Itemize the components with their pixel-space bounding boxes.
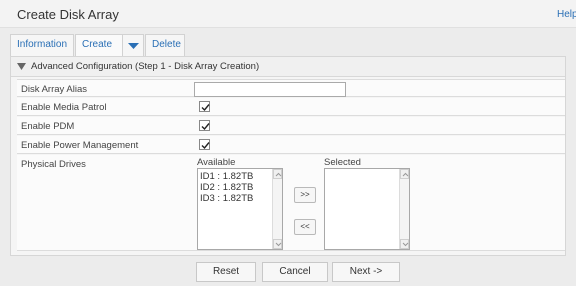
drive-item[interactable]: ID3 : 1.82TB: [200, 193, 253, 204]
physical-drives-label: Physical Drives: [21, 159, 86, 170]
power-management-checkbox[interactable]: [199, 139, 210, 150]
tab-create[interactable]: Create: [75, 34, 123, 56]
form-row-power-management: Enable Power Management: [17, 136, 565, 154]
alias-label: Disk Array Alias: [21, 84, 87, 95]
chevron-down-icon: [402, 242, 409, 247]
title-bar: Create Disk Array Help: [0, 0, 576, 28]
checkmark-icon: [201, 104, 210, 112]
checkmark-icon: [201, 123, 210, 131]
create-disk-array-page: Create Disk Array Help Information Creat…: [0, 0, 576, 286]
remove-drive-button[interactable]: <<: [294, 219, 316, 235]
triangle-down-icon: [17, 63, 26, 70]
form-row-pdm: Enable PDM: [17, 117, 565, 135]
drive-item[interactable]: ID2 : 1.82TB: [200, 182, 253, 193]
checkmark-icon: [201, 142, 210, 150]
help-link[interactable]: Help: [557, 9, 576, 20]
selected-list-scrollbar[interactable]: [399, 169, 409, 249]
chevron-up-icon: [402, 172, 409, 177]
power-management-label: Enable Power Management: [21, 140, 139, 151]
scroll-down-button[interactable]: [273, 239, 282, 249]
media-patrol-label: Enable Media Patrol: [21, 102, 107, 113]
footer-actions: Reset Cancel Next ->: [0, 258, 576, 286]
reset-button[interactable]: Reset: [196, 262, 256, 282]
scroll-down-button[interactable]: [400, 239, 409, 249]
available-list-scrollbar[interactable]: [272, 169, 282, 249]
drive-item[interactable]: ID1 : 1.82TB: [200, 171, 253, 182]
scroll-up-button[interactable]: [273, 169, 282, 179]
tab-delete[interactable]: Delete: [145, 34, 185, 56]
chevron-down-icon: [128, 43, 139, 49]
selected-header: Selected: [324, 157, 361, 168]
disk-array-alias-input[interactable]: [194, 82, 346, 97]
section-title: Advanced Configuration (Step 1 - Disk Ar…: [31, 61, 260, 72]
media-patrol-checkbox[interactable]: [199, 101, 210, 112]
chevron-up-icon: [275, 172, 282, 177]
tab-strip: Information Create Delete: [10, 34, 566, 56]
pdm-checkbox[interactable]: [199, 120, 210, 131]
selected-drives-list[interactable]: [324, 168, 410, 250]
form-row-media-patrol: Enable Media Patrol: [17, 98, 565, 116]
section-header-advanced-config[interactable]: Advanced Configuration (Step 1 - Disk Ar…: [11, 57, 565, 77]
available-drives-items: ID1 : 1.82TB ID2 : 1.82TB ID3 : 1.82TB: [200, 171, 253, 204]
form-row-alias: Disk Array Alias: [17, 79, 565, 97]
chevron-down-icon: [275, 242, 282, 247]
next-button[interactable]: Next ->: [332, 262, 400, 282]
tab-create-dropdown[interactable]: [122, 34, 144, 56]
tab-information[interactable]: Information: [10, 34, 74, 56]
page-title: Create Disk Array: [17, 7, 119, 22]
cancel-button[interactable]: Cancel: [262, 262, 328, 282]
scroll-up-button[interactable]: [400, 169, 409, 179]
add-drive-button[interactable]: >>: [294, 187, 316, 203]
pdm-label: Enable PDM: [21, 121, 75, 132]
form-row-physical-drives: Physical Drives Available Selected ID1 :…: [17, 155, 565, 251]
configuration-panel: Advanced Configuration (Step 1 - Disk Ar…: [10, 56, 566, 256]
available-header: Available: [197, 157, 236, 168]
available-drives-list[interactable]: ID1 : 1.82TB ID2 : 1.82TB ID3 : 1.82TB: [197, 168, 283, 250]
